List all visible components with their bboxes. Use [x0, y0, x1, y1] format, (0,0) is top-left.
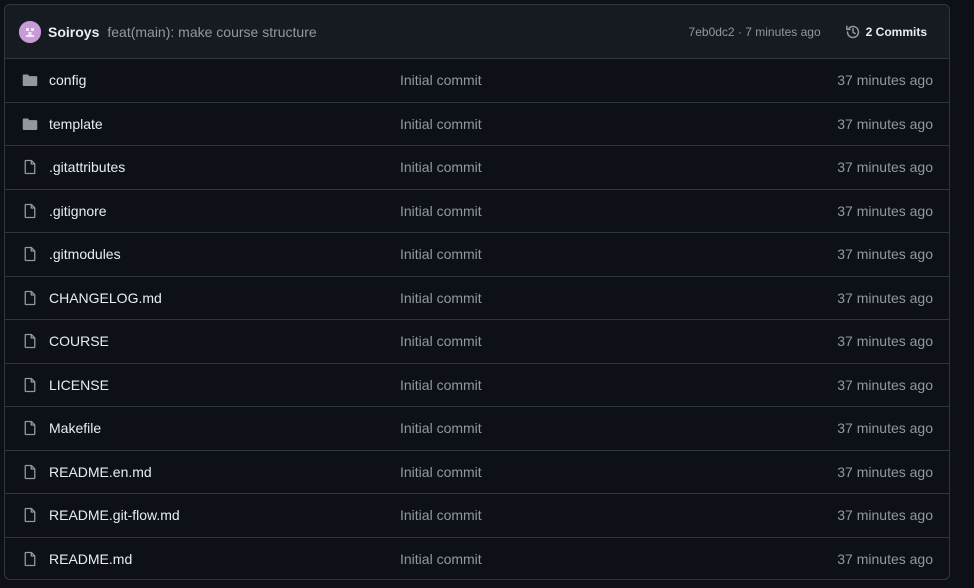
commits-history-link[interactable]: 2 Commits	[837, 20, 935, 44]
file-row[interactable]: .gitmodules Initial commit 37 minutes ag…	[5, 233, 949, 277]
commits-count-label: 2 Commits	[865, 24, 927, 39]
file-commit-message-link[interactable]: Initial commit	[400, 333, 837, 349]
latest-commit-bar: Soiroys feat(main): make course structur…	[5, 5, 949, 59]
file-icon	[21, 289, 39, 307]
file-icon	[21, 202, 39, 220]
file-icon	[21, 463, 39, 481]
file-commit-age: 37 minutes ago	[837, 289, 933, 306]
file-commit-message-link[interactable]: Initial commit	[400, 246, 837, 262]
file-row[interactable]: README.md Initial commit 37 minutes ago	[5, 538, 949, 580]
file-row[interactable]: README.git-flow.md Initial commit 37 min…	[5, 494, 949, 538]
file-commit-message-link[interactable]: Initial commit	[400, 507, 837, 523]
file-row[interactable]: Makefile Initial commit 37 minutes ago	[5, 407, 949, 451]
file-commit-age: 37 minutes ago	[837, 72, 933, 89]
file-listing: Soiroys feat(main): make course structur…	[4, 4, 950, 580]
file-row[interactable]: .gitignore Initial commit 37 minutes ago	[5, 190, 949, 233]
file-name-link[interactable]: .gitignore	[49, 203, 400, 219]
file-commit-message-link[interactable]: Initial commit	[400, 420, 837, 436]
folder-icon	[21, 115, 39, 133]
file-icon	[21, 506, 39, 524]
file-row[interactable]: COURSE Initial commit 37 minutes ago	[5, 320, 949, 364]
file-rows: config Initial commit 37 minutes ago tem…	[5, 59, 949, 580]
file-commit-message-link[interactable]: Initial commit	[400, 290, 837, 306]
folder-icon	[21, 71, 39, 89]
file-row[interactable]: README.en.md Initial commit 37 minutes a…	[5, 451, 949, 494]
file-commit-message-link[interactable]: Initial commit	[400, 159, 837, 175]
commit-author[interactable]: Soiroys	[48, 24, 99, 40]
file-name-link[interactable]: config	[49, 72, 400, 88]
file-commit-age: 37 minutes ago	[837, 202, 933, 219]
file-icon	[21, 158, 39, 176]
file-name-link[interactable]: .gitmodules	[49, 246, 400, 262]
file-name-link[interactable]: .gitattributes	[49, 159, 400, 175]
file-icon	[21, 245, 39, 263]
file-commit-message-link[interactable]: Initial commit	[400, 551, 837, 567]
file-commit-age: 37 minutes ago	[837, 333, 933, 350]
file-commit-age: 37 minutes ago	[837, 246, 933, 263]
file-name-link[interactable]: Makefile	[49, 420, 400, 436]
file-commit-age: 37 minutes ago	[837, 420, 933, 437]
file-commit-message-link[interactable]: Initial commit	[400, 203, 837, 219]
file-icon	[21, 376, 39, 394]
file-commit-age: 37 minutes ago	[837, 159, 933, 176]
file-icon	[21, 332, 39, 350]
file-commit-message-link[interactable]: Initial commit	[400, 377, 837, 393]
file-name-link[interactable]: README.md	[49, 551, 400, 567]
file-commit-message-link[interactable]: Initial commit	[400, 116, 837, 132]
file-commit-age: 37 minutes ago	[837, 551, 933, 568]
file-row[interactable]: CHANGELOG.md Initial commit 37 minutes a…	[5, 277, 949, 320]
file-name-link[interactable]: README.en.md	[49, 464, 400, 480]
file-name-link[interactable]: template	[49, 116, 400, 132]
file-commit-age: 37 minutes ago	[837, 115, 933, 132]
file-commit-message-link[interactable]: Initial commit	[400, 464, 837, 480]
file-row[interactable]: template Initial commit 37 minutes ago	[5, 103, 949, 146]
commit-message[interactable]: feat(main): make course structure	[107, 24, 316, 40]
avatar[interactable]	[19, 20, 41, 43]
file-row[interactable]: LICENSE Initial commit 37 minutes ago	[5, 364, 949, 407]
identicon-icon	[19, 20, 41, 43]
file-commit-age: 37 minutes ago	[837, 376, 933, 393]
file-name-link[interactable]: README.git-flow.md	[49, 507, 400, 523]
file-row[interactable]: .gitattributes Initial commit 37 minutes…	[5, 146, 949, 190]
file-commit-age: 37 minutes ago	[837, 463, 933, 480]
file-row[interactable]: config Initial commit 37 minutes ago	[5, 59, 949, 103]
file-commit-message-link[interactable]: Initial commit	[400, 72, 837, 88]
history-icon	[845, 24, 859, 38]
file-icon	[21, 550, 39, 568]
commit-hash-and-time[interactable]: 7eb0dc2 · 7 minutes ago	[689, 25, 821, 39]
file-name-link[interactable]: CHANGELOG.md	[49, 290, 400, 306]
file-icon	[21, 419, 39, 437]
file-commit-age: 37 minutes ago	[837, 507, 933, 524]
file-name-link[interactable]: COURSE	[49, 333, 400, 349]
file-name-link[interactable]: LICENSE	[49, 377, 400, 393]
